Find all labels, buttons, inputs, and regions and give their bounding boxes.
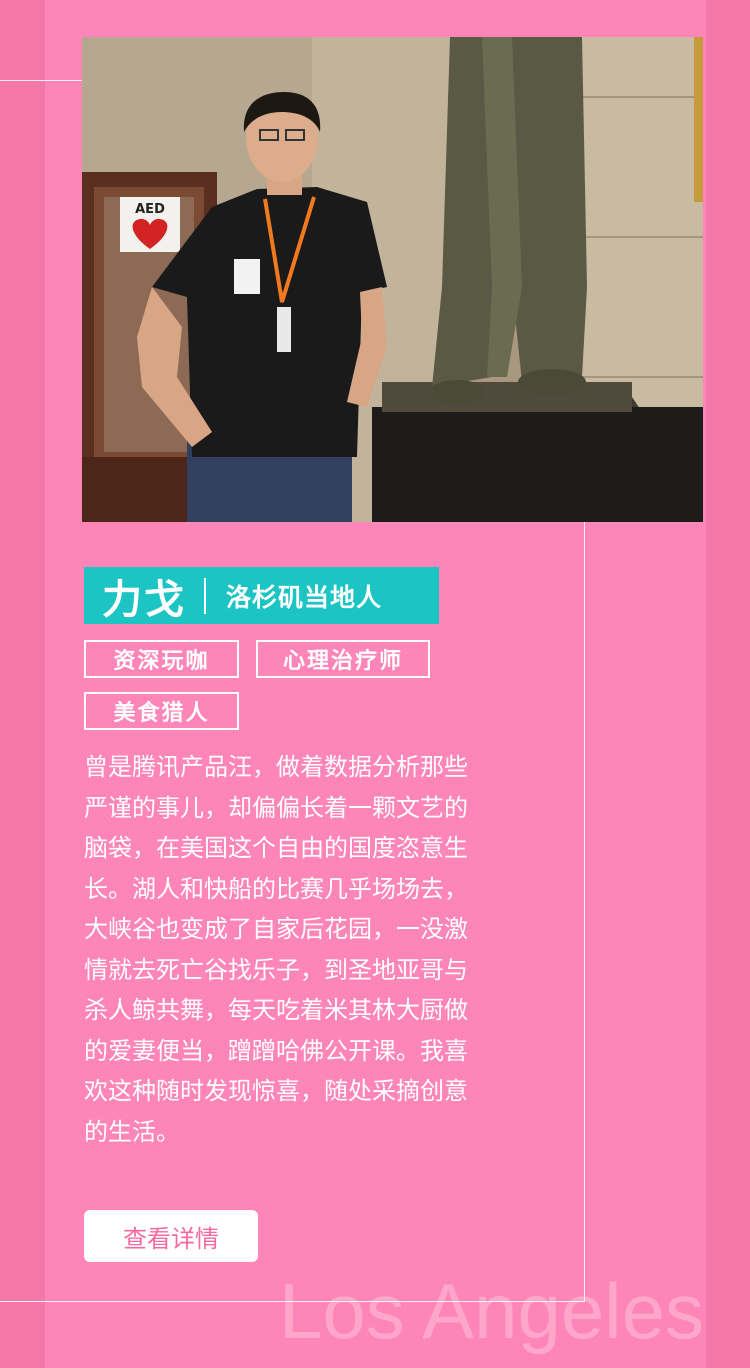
decor-line-top [0, 80, 84, 81]
bio-line: 脑袋，在美国这个自由的国度恣意生 [84, 834, 468, 862]
view-details-button[interactable]: 查看详情 [84, 1210, 258, 1262]
bio-line: 杀人鲸共舞，每天吃着米其林大厨做 [84, 996, 468, 1024]
name-tag: 力戈 洛杉矶当地人 [84, 567, 439, 624]
person-name: 力戈 [102, 576, 186, 623]
tag-senior-player: 资深玩咖 [84, 640, 239, 678]
bio-line: 曾是腾讯产品汪，做着数据分析那些 [84, 753, 468, 781]
tag-psychotherapist: 心理治疗师 [256, 640, 430, 678]
profile-photo: AED [82, 37, 703, 522]
bio-line: 情就去死亡谷找乐子，到圣地亚哥与 [84, 955, 468, 984]
aed-sign-text: AED [135, 202, 165, 217]
person-location: 洛杉矶当地人 [226, 582, 383, 612]
bio-line: 大峡谷也变成了自家后花园，一没激 [84, 915, 468, 943]
bio-text: 曾是腾讯产品汪，做着数据分析那些 严谨的事儿，却偏偏长着一颗文艺的 脑袋，在美国… [84, 747, 534, 1152]
name-separator [204, 577, 206, 614]
bio-line: 欢这种随时发现惊喜，随处采摘创意 [84, 1077, 468, 1105]
photo-illustration: AED [82, 37, 703, 522]
bio-line: 的生活。 [84, 1117, 180, 1146]
watermark-text: Los Angeles [279, 1267, 705, 1355]
bio-line: 长。湖人和快船的比赛几乎场场去， [84, 874, 468, 903]
tag-food-hunter: 美食猎人 [84, 692, 239, 730]
bio-line: 严谨的事儿，却偏偏长着一颗文艺的 [84, 793, 468, 822]
bio-line: 的爱妻便当，蹭蹭哈佛公开课。我喜 [84, 1036, 468, 1065]
decor-line-right-vertical [584, 522, 585, 1302]
